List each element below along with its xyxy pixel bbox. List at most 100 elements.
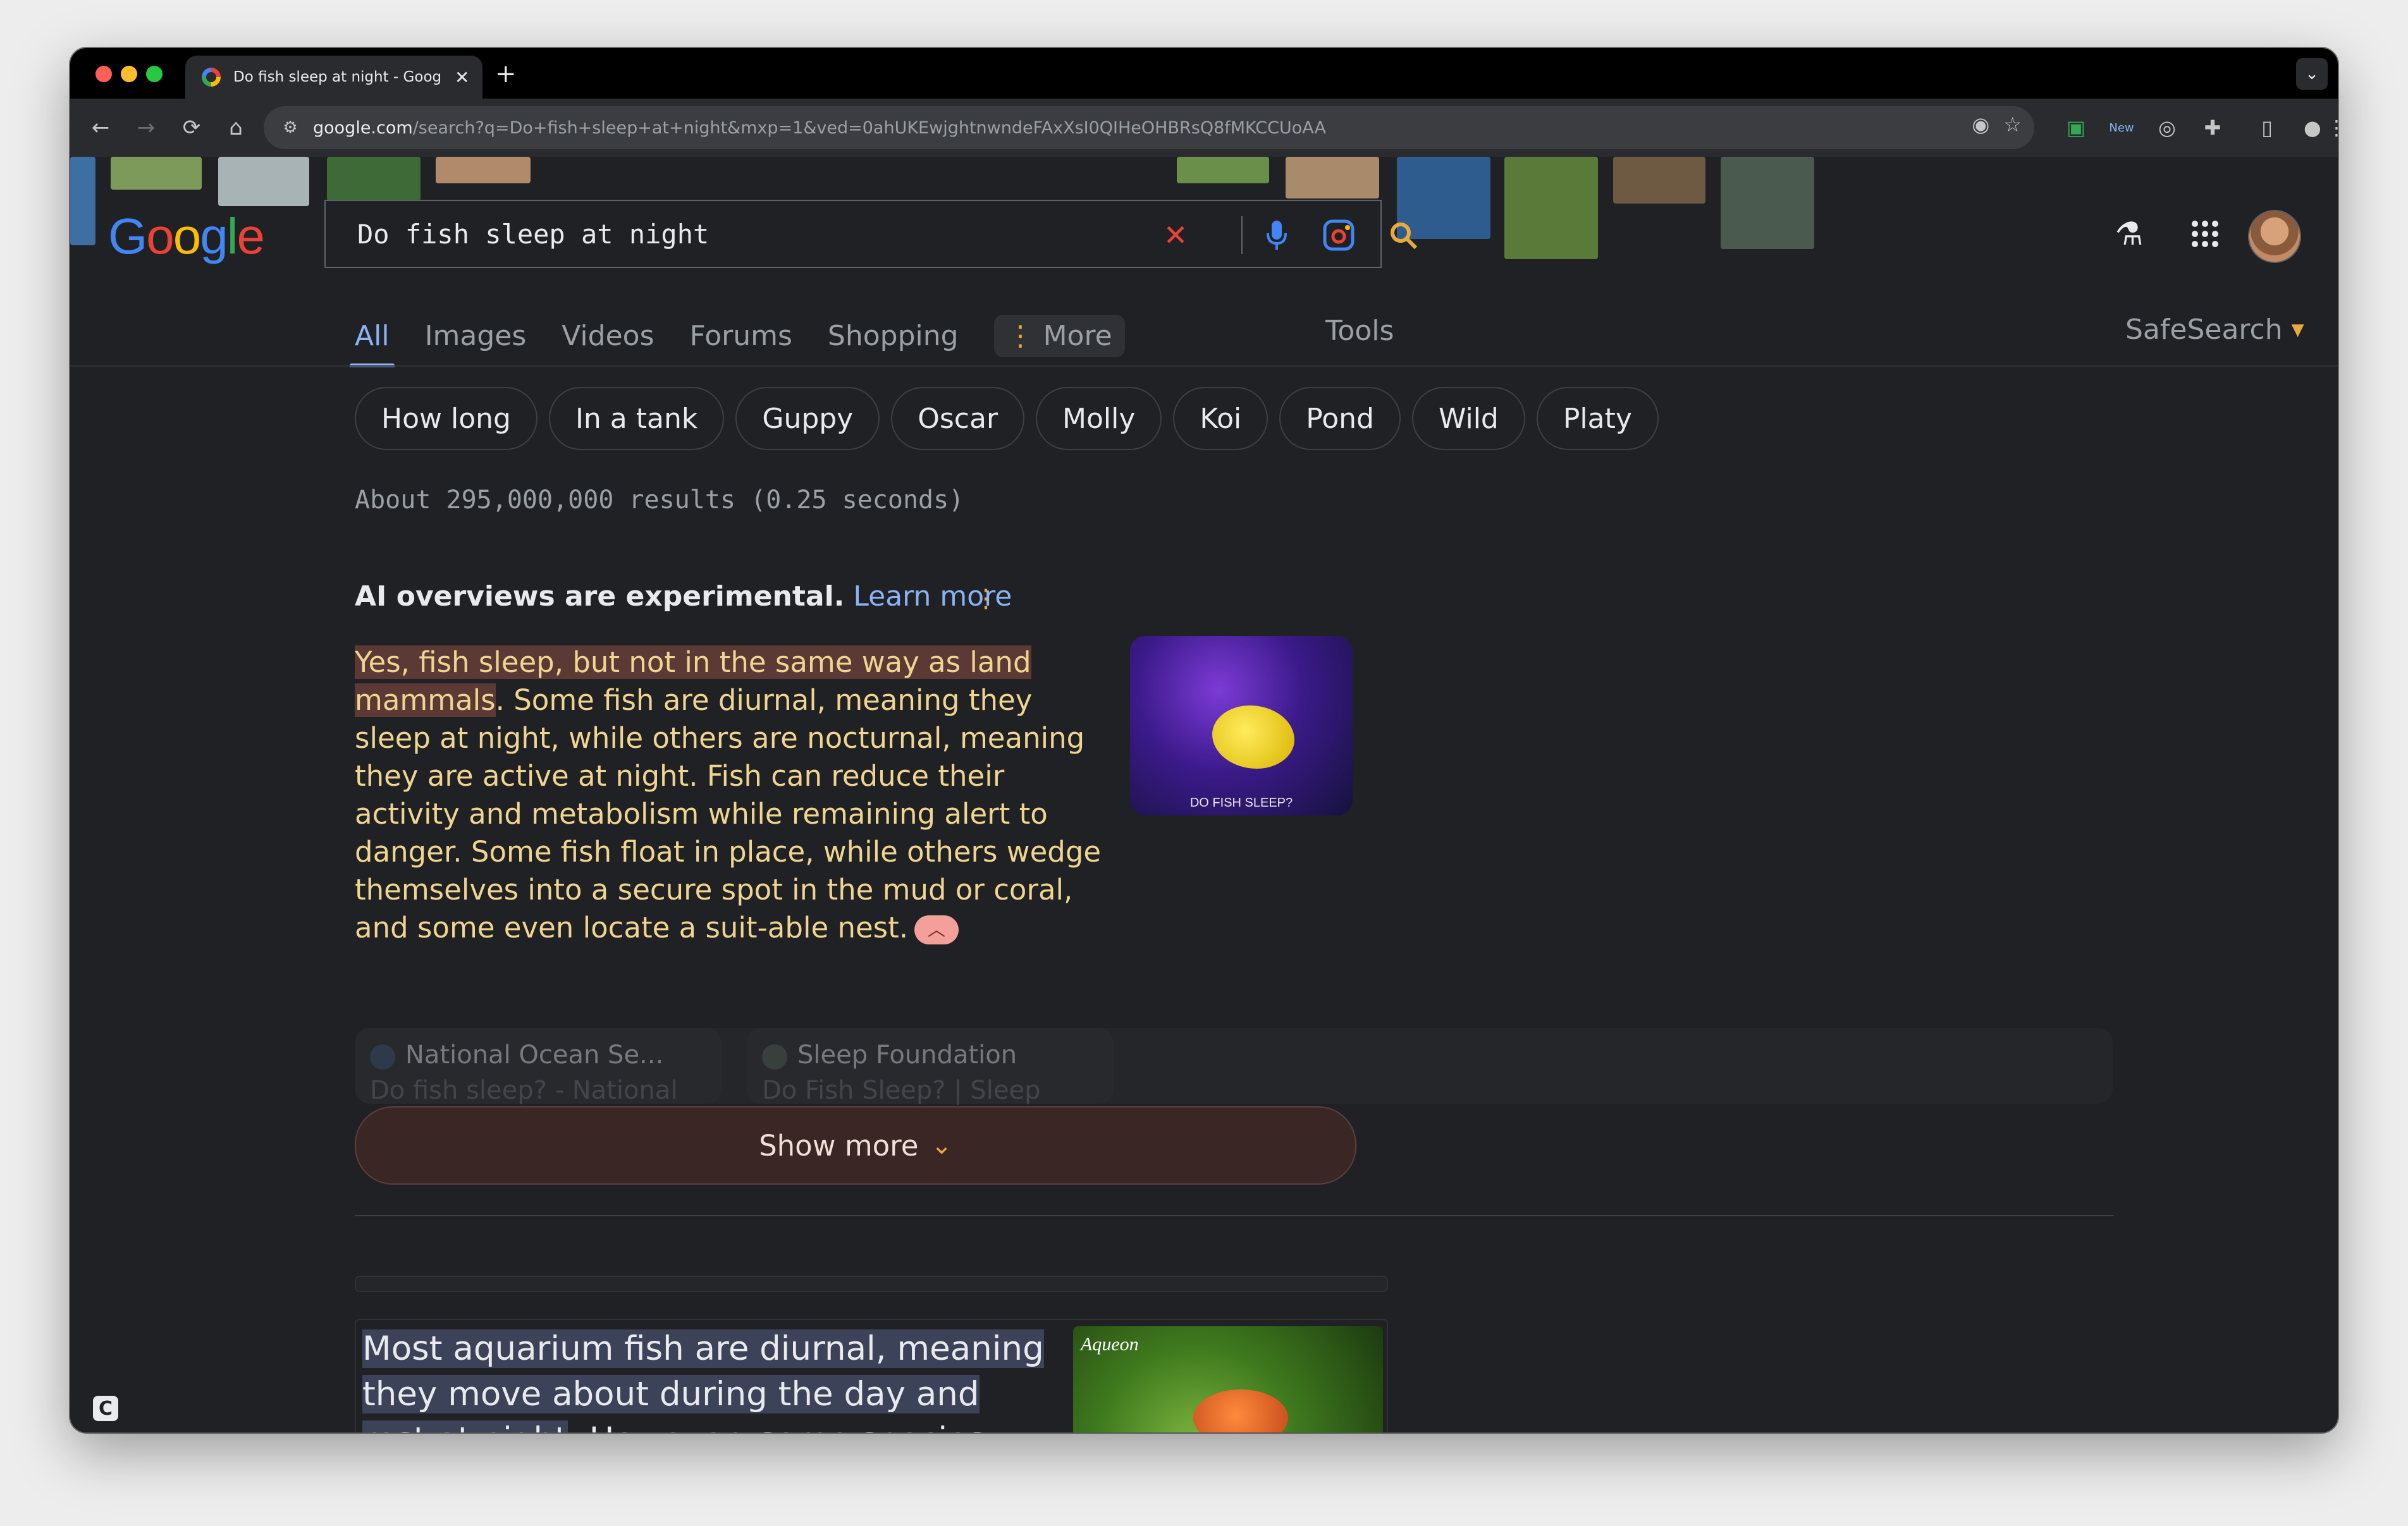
url-text: google.com/search?q=Do+fish+sleep+at+nig… xyxy=(313,118,1326,138)
browser-toolbar: ← → ⟳ ⌂ ⚙ google.com/search?q=Do+fish+sl… xyxy=(70,99,2338,158)
result-stats: About 295,000,000 results (0.25 seconds) xyxy=(355,485,964,515)
account-avatar[interactable] xyxy=(2248,210,2301,263)
doodle-tile xyxy=(218,157,309,206)
chip-wild[interactable]: Wild xyxy=(1411,387,1525,450)
chrome-menu-icon[interactable]: ⋮ xyxy=(2326,113,2338,143)
chip-molly[interactable]: Molly xyxy=(1036,387,1162,450)
caret-down-icon: ▼ xyxy=(2291,320,2304,339)
voice-search-icon[interactable] xyxy=(1259,217,1294,253)
chip-platy[interactable]: Platy xyxy=(1536,387,1659,450)
eye-icon[interactable]: ◉ xyxy=(1972,113,1989,137)
search-tabs: All Images Videos Forums Shopping ⋮ More xyxy=(350,315,1125,372)
source-name: National Ocean Se... xyxy=(405,1041,664,1070)
doodle-tile xyxy=(111,157,202,190)
chip-oscar[interactable]: Oscar xyxy=(891,387,1025,450)
orange-fish-shape xyxy=(1193,1389,1288,1432)
image-caption: DO FISH SLEEP? xyxy=(1189,796,1293,810)
collapse-chevron-icon[interactable]: ︿ xyxy=(914,915,959,944)
section-divider xyxy=(355,1215,2114,1216)
yellow-fish-shape xyxy=(1212,705,1294,769)
tab-images[interactable]: Images xyxy=(425,320,527,367)
source-favicon-icon xyxy=(370,1044,395,1070)
url-path: /search?q=Do+fish+sleep+at+night&mxp=1&v… xyxy=(412,118,1326,138)
featured-snippet-header xyxy=(355,1276,1388,1292)
search-results-page: Google ✕ ⚗ All Images Videos Forums S xyxy=(70,157,2338,1432)
doodle-tile xyxy=(1286,157,1379,198)
maximize-window-button[interactable] xyxy=(146,66,163,82)
tab-forums[interactable]: Forums xyxy=(690,320,792,367)
new-extension-badge[interactable]: New xyxy=(2106,113,2137,143)
chip-in-a-tank[interactable]: In a tank xyxy=(548,387,725,450)
profile-icon[interactable]: ● xyxy=(2297,113,2328,143)
tabs-divider xyxy=(70,365,2338,367)
source-title: Do Fish Sleep? | Sleep xyxy=(762,1076,1041,1105)
corner-extension-icon[interactable]: C xyxy=(93,1396,118,1421)
home-button[interactable]: ⌂ xyxy=(221,113,251,143)
browser-tab[interactable]: Do fish sleep at night - Goog ✕ xyxy=(185,56,482,99)
chip-how-long[interactable]: How long xyxy=(355,387,538,450)
tab-search-button[interactable]: ⌄ xyxy=(2296,58,2328,90)
show-more-label: Show more xyxy=(759,1128,919,1163)
apps-grid-icon[interactable] xyxy=(2186,215,2224,253)
featured-snippet-text: Most aquarium fish are diurnal, meaning … xyxy=(362,1326,1045,1432)
google-favicon-icon xyxy=(202,68,221,87)
doodle-tile xyxy=(436,157,531,183)
ai-overview-image[interactable]: DO FISH SLEEP? xyxy=(1130,636,1353,815)
doodle-tile xyxy=(1613,157,1705,204)
ai-text-block: Yes, fish sleep, but not in the same way… xyxy=(355,644,1114,947)
ai-body: . Some fish are diurnal, meaning they sl… xyxy=(355,683,1102,944)
source-name: Sleep Foundation xyxy=(797,1041,1017,1070)
source-title: Do fish sleep? - National xyxy=(370,1076,678,1105)
search-box: ✕ xyxy=(324,200,1418,268)
ai-notice: AI overviews are experimental. xyxy=(355,580,845,613)
tab-close-icon[interactable]: ✕ xyxy=(455,67,469,88)
chip-koi[interactable]: Koi xyxy=(1173,387,1268,450)
featured-snippet-image[interactable]: Aqueon xyxy=(1073,1326,1383,1432)
chip-pond[interactable]: Pond xyxy=(1279,387,1401,450)
source-card[interactable]: National Ocean Se... Do fish sleep? - Na… xyxy=(355,1028,722,1105)
bookmark-star-icon[interactable]: ☆ xyxy=(2003,113,2022,137)
source-favicon-icon xyxy=(762,1044,787,1070)
reload-button[interactable]: ⟳ xyxy=(176,113,207,143)
close-window-button[interactable] xyxy=(95,66,112,82)
doodle-tile xyxy=(70,157,95,245)
doodle-tile xyxy=(1721,157,1814,249)
tab-more[interactable]: ⋮ More xyxy=(993,315,1125,357)
safesearch-button[interactable]: SafeSearch ▼ xyxy=(2125,314,2304,346)
tab-all[interactable]: All xyxy=(350,320,395,367)
doodle-tile xyxy=(327,157,421,201)
site-info-icon[interactable]: ⚙ xyxy=(278,115,303,140)
ai-options-icon[interactable]: ⋮ xyxy=(973,584,998,616)
more-dots-icon: ⋮ xyxy=(1006,320,1035,352)
ai-sources-row: National Ocean Se... Do fish sleep? - Na… xyxy=(355,1028,2113,1105)
source-card[interactable]: Sleep Foundation Do Fish Sleep? | Sleep xyxy=(747,1028,1114,1105)
chevron-down-icon: ⌄ xyxy=(931,1131,952,1160)
search-icon[interactable] xyxy=(1385,217,1421,253)
labs-flask-icon[interactable]: ⚗ xyxy=(2110,215,2148,253)
search-input[interactable] xyxy=(356,217,1117,250)
sidepanel-icon[interactable]: ▯ xyxy=(2252,113,2282,143)
tab-shopping[interactable]: Shopping xyxy=(828,320,959,367)
show-more-button[interactable]: Show more ⌄ xyxy=(355,1106,1356,1185)
clear-search-icon[interactable]: ✕ xyxy=(1158,217,1193,253)
forward-button[interactable]: → xyxy=(131,113,161,143)
puzzle-icon[interactable]: ✚ xyxy=(2197,113,2228,143)
ai-overview-header: AI overviews are experimental. Learn mor… xyxy=(355,580,1012,613)
tab-title: Do fish sleep at night - Goog xyxy=(233,69,442,85)
minimize-window-button[interactable] xyxy=(121,66,137,82)
chip-guppy[interactable]: Guppy xyxy=(735,387,880,450)
back-button[interactable]: ← xyxy=(85,113,116,143)
record-icon[interactable]: ◎ xyxy=(2152,113,2182,143)
lens-search-icon[interactable] xyxy=(1321,217,1356,253)
tools-button[interactable]: Tools xyxy=(1325,315,1394,347)
more-label: More xyxy=(1043,320,1112,352)
image-brand-logo: Aqueon xyxy=(1081,1334,1139,1355)
extension-icon[interactable]: ▣ xyxy=(2061,113,2091,143)
address-bar[interactable]: ⚙ google.com/search?q=Do+fish+sleep+at+n… xyxy=(264,106,2034,149)
doodle-tile xyxy=(1504,157,1598,259)
new-tab-button[interactable]: + xyxy=(495,59,517,89)
google-logo[interactable]: Google xyxy=(108,207,265,266)
url-host: google.com xyxy=(313,118,413,138)
tab-videos[interactable]: Videos xyxy=(562,320,654,367)
doodle-tile xyxy=(1177,157,1269,183)
